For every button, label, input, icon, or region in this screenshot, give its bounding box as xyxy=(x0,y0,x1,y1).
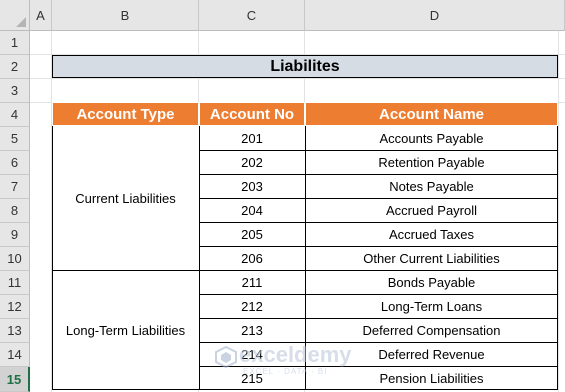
account-name-cell[interactable]: Retention Payable xyxy=(305,150,558,174)
row-header-12[interactable]: 12 xyxy=(0,295,30,319)
row-header-7[interactable]: 7 xyxy=(0,175,30,199)
account-no-cell[interactable]: 201 xyxy=(199,126,305,150)
table-border xyxy=(52,126,53,390)
spreadsheet: A B C D 1 2 3 4 5 6 7 8 9 10 11 12 13 14… xyxy=(0,0,565,392)
table-border xyxy=(199,198,558,199)
table-border xyxy=(199,222,558,223)
account-name-cell[interactable]: Long-Term Loans xyxy=(305,294,558,318)
row-header-15[interactable]: 15 xyxy=(0,367,30,392)
header-account-no[interactable]: Account No xyxy=(199,102,305,126)
header-account-type[interactable]: Account Type xyxy=(52,102,199,126)
table-border xyxy=(52,389,558,390)
table-border xyxy=(199,342,558,343)
row-header-1[interactable]: 1 xyxy=(0,31,30,55)
account-name-cell[interactable]: Notes Payable xyxy=(305,174,558,198)
account-name-cell[interactable]: Bonds Payable xyxy=(305,270,558,294)
row-header-8[interactable]: 8 xyxy=(0,199,30,223)
table-border xyxy=(199,246,558,247)
account-type-current[interactable]: Current Liabilities xyxy=(52,126,199,270)
account-name-cell[interactable]: Accrued Payroll xyxy=(305,198,558,222)
account-no-cell[interactable]: 215 xyxy=(199,366,305,390)
account-no-cell[interactable]: 211 xyxy=(199,270,305,294)
column-header-d[interactable]: D xyxy=(305,0,565,31)
table-border xyxy=(199,150,558,151)
table-border xyxy=(199,294,558,295)
account-name-cell[interactable]: Accounts Payable xyxy=(305,126,558,150)
account-no-cell[interactable]: 202 xyxy=(199,150,305,174)
row-header-6[interactable]: 6 xyxy=(0,151,30,175)
sheet-title[interactable]: Liabilites xyxy=(52,55,558,78)
table-border xyxy=(199,366,558,367)
account-name-cell[interactable]: Deferred Compensation xyxy=(305,318,558,342)
row-header-5[interactable]: 5 xyxy=(0,127,30,151)
row-header-2[interactable]: 2 xyxy=(0,55,30,79)
row-header-11[interactable]: 11 xyxy=(0,271,30,295)
account-no-cell[interactable]: 212 xyxy=(199,294,305,318)
account-type-long-term[interactable]: Long-Term Liabilities xyxy=(52,270,199,390)
column-header-b[interactable]: B xyxy=(52,0,199,31)
table-border xyxy=(557,126,558,390)
table-border xyxy=(52,270,558,271)
table-border xyxy=(199,318,558,319)
account-name-cell[interactable]: Deferred Revenue xyxy=(305,342,558,366)
row-header-3[interactable]: 3 xyxy=(0,79,30,103)
table-border xyxy=(199,126,200,390)
select-all-icon xyxy=(16,17,26,27)
account-name-cell[interactable]: Accrued Taxes xyxy=(305,222,558,246)
row-header-10[interactable]: 10 xyxy=(0,247,30,271)
header-account-name[interactable]: Account Name xyxy=(305,102,558,126)
account-no-cell[interactable]: 213 xyxy=(199,318,305,342)
row-header-4[interactable]: 4 xyxy=(0,103,30,127)
account-no-cell[interactable]: 204 xyxy=(199,198,305,222)
account-no-cell[interactable]: 205 xyxy=(199,222,305,246)
account-name-cell[interactable]: Pension Liabilities xyxy=(305,366,558,390)
column-header-c[interactable]: C xyxy=(199,0,305,31)
account-name-cell[interactable]: Other Current Liabilities xyxy=(305,246,558,270)
table-border xyxy=(199,174,558,175)
row-header-14[interactable]: 14 xyxy=(0,343,30,367)
select-all-corner[interactable] xyxy=(0,0,30,31)
column-header-a[interactable]: A xyxy=(30,0,52,31)
gridline xyxy=(30,78,565,79)
account-no-cell[interactable]: 214 xyxy=(199,342,305,366)
account-no-cell[interactable]: 206 xyxy=(199,246,305,270)
row-header-13[interactable]: 13 xyxy=(0,319,30,343)
row-header-9[interactable]: 9 xyxy=(0,223,30,247)
gridline xyxy=(558,31,559,392)
account-no-cell[interactable]: 203 xyxy=(199,174,305,198)
table-border xyxy=(305,126,306,390)
